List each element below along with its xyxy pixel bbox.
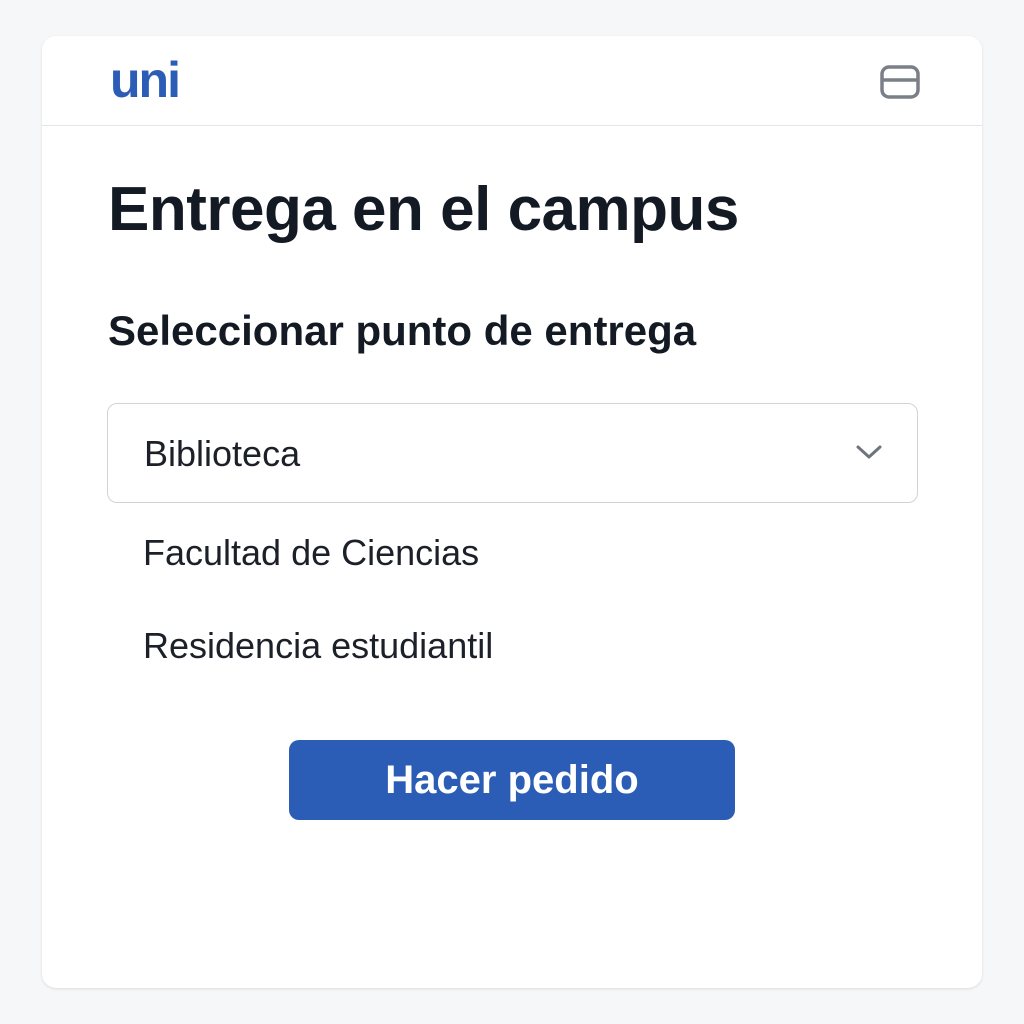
delivery-option-residencia[interactable]: Residencia estudiantil [143,624,493,668]
uni-logo: uni [110,52,181,108]
place-order-button[interactable]: Hacer pedido [289,740,735,820]
selected-delivery-point: Biblioteca [144,433,301,474]
delivery-point-select[interactable]: Biblioteca [107,403,918,503]
menu-button[interactable] [878,64,922,100]
chevron-down-icon [856,445,882,459]
section-subtitle: Seleccionar punto de entrega [108,307,697,354]
menu-icon [880,65,920,99]
page-title: Entrega en el campus [108,175,739,244]
delivery-card: uni Entrega en el campus Seleccionar pun… [42,36,982,988]
delivery-option-facultad[interactable]: Facultad de Ciencias [143,531,479,575]
app-header: uni [42,36,982,126]
